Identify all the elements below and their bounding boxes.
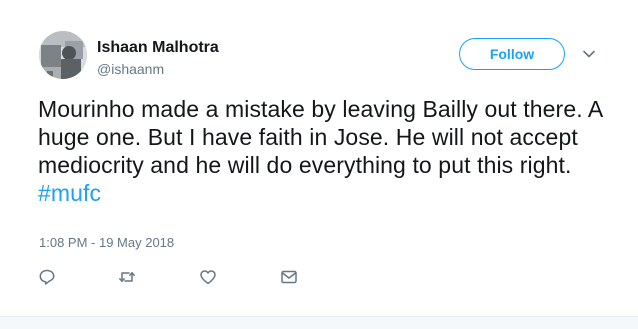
user-handle[interactable]: @ishaanm	[97, 60, 164, 78]
tweet-text-body: Mourinho made a mistake by leaving Baill…	[38, 96, 603, 178]
envelope-icon[interactable]	[280, 268, 298, 286]
reply-icon[interactable]	[38, 268, 56, 286]
display-name[interactable]: Ishaan Malhotra	[97, 38, 219, 58]
card-footer-divider	[0, 316, 638, 329]
tweet-timestamp[interactable]: 1:08 PM - 19 May 2018	[39, 235, 174, 251]
follow-button[interactable]: Follow	[459, 38, 565, 70]
chevron-down-icon[interactable]	[581, 46, 597, 62]
tweet-text: Mourinho made a mistake by leaving Baill…	[38, 95, 613, 207]
retweet-icon[interactable]	[118, 268, 136, 286]
hashtag-link[interactable]: #mufc	[38, 180, 101, 206]
tweet-card: Ishaan Malhotra @ishaanm Follow Mourinho…	[0, 0, 638, 316]
avatar[interactable]	[39, 31, 87, 79]
heart-icon[interactable]	[199, 268, 217, 286]
